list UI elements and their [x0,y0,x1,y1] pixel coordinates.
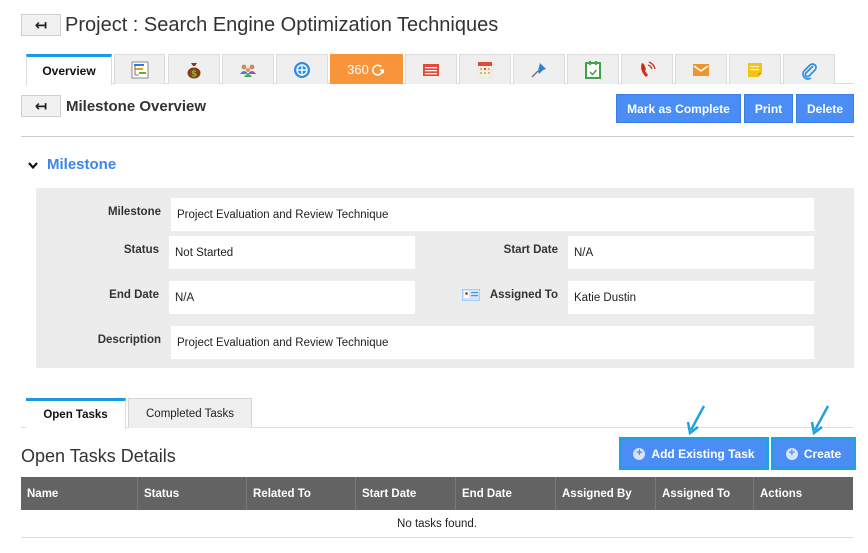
column-header-related-to[interactable]: Related To [247,477,356,510]
globe-icon [294,61,310,78]
tab-calendar-check[interactable] [567,54,619,84]
plus-circle-icon: + [785,447,798,460]
task-tab-bar: Open Tasks Completed Tasks [21,398,854,429]
milestone-section-title[interactable]: Milestone [47,156,116,173]
tab-finance[interactable]: $ [168,54,220,84]
print-button[interactable]: Print [744,94,793,123]
tab-notes[interactable] [729,54,781,84]
end-date-label: End Date [109,289,159,301]
assigned-to-label: Assigned To [489,289,558,301]
page-title: Project : Search Engine Optimization Tec… [65,14,499,36]
end-date-value: N/A [169,281,415,314]
tab-360-label: 360 [347,62,369,77]
milestone-value: Project Evaluation and Review Technique [171,198,814,231]
milestone-back-button[interactable]: ↤ [21,95,61,117]
tab-gantt[interactable] [114,54,165,84]
tab-pin[interactable] [513,54,565,84]
tab-360-view[interactable]: 360 [330,54,403,84]
add-existing-task-label: Add Existing Task [651,446,755,461]
back-arrow-icon: ↤ [34,97,48,115]
tab-attachments[interactable] [783,54,835,84]
calendar-icon [477,61,493,78]
pin-icon [531,62,546,78]
add-existing-task-button[interactable]: + Add Existing Task [619,437,769,470]
tab-team[interactable] [222,54,274,84]
annotation-arrow-icon [810,405,830,436]
tab-overview[interactable]: Overview [26,54,112,85]
tab-open-tasks[interactable]: Open Tasks [26,398,126,429]
chevron-down-icon[interactable] [27,158,39,174]
tab-list[interactable] [405,54,457,84]
column-header-assigned-to[interactable]: Assigned To [656,477,754,510]
delete-button[interactable]: Delete [796,94,854,123]
project-back-button[interactable]: ↤ [21,14,61,36]
milestone-details-panel: Milestone Project Evaluation and Review … [36,188,854,368]
tab-calls[interactable] [621,54,673,84]
column-header-status[interactable]: Status [138,477,247,510]
phone-call-icon [641,60,656,77]
svg-text:$: $ [191,69,197,79]
open-tasks-title: Open Tasks Details [21,446,176,466]
plus-circle-icon: + [633,447,646,460]
tab-completed-tasks[interactable]: Completed Tasks [128,398,252,428]
list-document-icon [423,63,439,76]
create-task-button[interactable]: + Create [771,437,856,470]
divider [21,136,854,137]
envelope-icon [693,63,709,76]
column-header-actions: Actions [760,487,803,500]
start-date-value: N/A [568,236,814,269]
assigned-to-value: Katie Dustin [568,281,814,314]
back-arrow-icon: ↤ [34,16,48,34]
start-date-label: Start Date [503,244,558,256]
description-value: Project Evaluation and Review Technique [171,326,814,359]
annotation-arrow-icon [686,405,706,436]
money-bag-icon: $ [187,62,201,79]
sticky-note-icon [748,62,762,77]
tab-web[interactable] [276,54,328,84]
status-label: Status [123,244,159,256]
mark-as-complete-button[interactable]: Mark as Complete [616,94,741,123]
module-tab-bar: Overview $ 360 [26,54,854,85]
description-label: Description [97,334,161,346]
gantt-chart-icon [131,61,148,78]
column-header-name[interactable]: Name [21,477,138,510]
status-value: Not Started [169,236,415,269]
create-label: Create [803,446,842,461]
empty-table-message: No tasks found. [21,510,853,538]
refresh-360-icon [371,63,384,76]
column-header-end-date[interactable]: End Date [456,477,556,510]
column-header-assigned-by[interactable]: Assigned By [556,477,656,510]
tab-calendar[interactable] [459,54,511,84]
users-group-icon [240,64,256,77]
tab-overview-label: Overview [42,64,96,78]
tasks-table-header: Name Status Related To Start Date End Da… [21,477,853,510]
calendar-check-icon [585,60,601,79]
tab-email[interactable] [675,54,727,84]
milestone-overview-title: Milestone Overview [66,98,207,115]
paperclip-icon [802,62,817,80]
milestone-label: Milestone [107,206,161,218]
column-header-start-date[interactable]: Start Date [356,477,456,510]
